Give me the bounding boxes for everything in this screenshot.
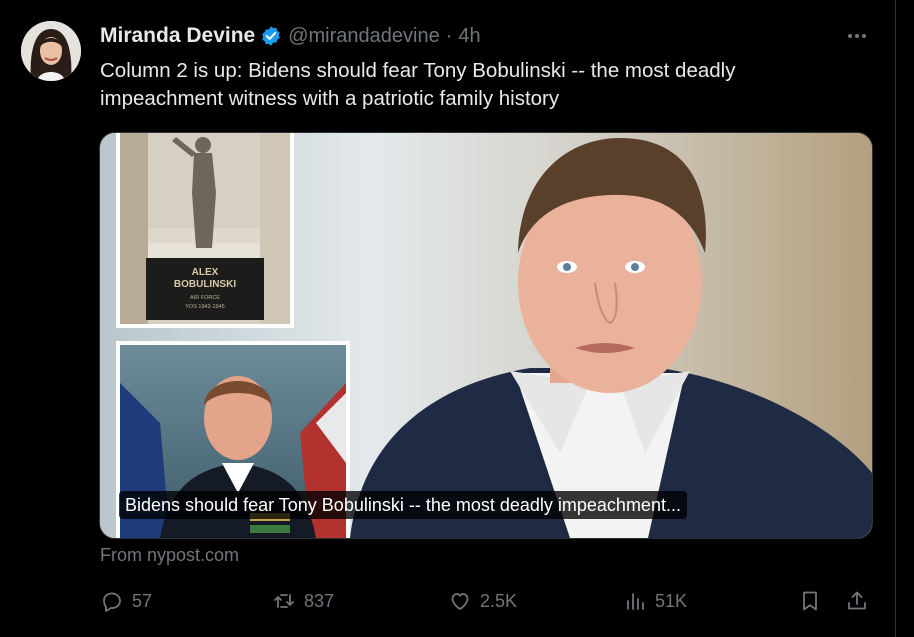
- like-icon: [451, 593, 469, 610]
- bookmark-button[interactable]: [798, 585, 822, 617]
- views-count: 51K: [655, 590, 688, 611]
- verified-badge-icon: [260, 25, 282, 47]
- tweet-header: Miranda Devine @mirandadevine · 4h: [100, 22, 481, 50]
- views-button[interactable]: 51K: [623, 585, 687, 617]
- like-button[interactable]: 2.5K: [448, 585, 517, 617]
- tweet-text: Column 2 is up: Bidens should fear Tony …: [100, 57, 870, 113]
- avatar-photo: [21, 21, 81, 81]
- avatar[interactable]: [21, 21, 81, 81]
- author-name[interactable]: Miranda Devine: [100, 24, 255, 48]
- link-card[interactable]: ALEX BOBULINSKI AIR FORCE YOS 1942-1945 …: [99, 132, 873, 539]
- repost-count: 837: [304, 590, 335, 611]
- share-button[interactable]: [845, 585, 869, 617]
- reply-button[interactable]: 57: [100, 585, 152, 617]
- article-image: ALEX BOBULINSKI AIR FORCE YOS 1942-1945: [100, 133, 872, 538]
- like-count: 2.5K: [480, 590, 518, 611]
- reply-count: 57: [132, 590, 153, 611]
- views-icon: [627, 593, 644, 610]
- tweet-text-line: impeachment witness with a patriotic fam…: [100, 87, 560, 110]
- repost-button[interactable]: 837: [272, 585, 334, 617]
- repost-icon: [274, 594, 294, 608]
- plaque-name-2: BOBULINSKI: [174, 279, 236, 290]
- share-icon: [848, 591, 866, 610]
- link-card-source[interactable]: From nypost.com: [100, 545, 239, 566]
- author-handle[interactable]: @mirandadevine: [288, 25, 440, 48]
- more-icon[interactable]: [840, 24, 874, 48]
- link-card-title: Bidens should fear Tony Bobulinski -- th…: [119, 491, 687, 519]
- separator-dot: ·: [445, 24, 453, 47]
- bookmark-icon: [803, 591, 817, 611]
- timeline-divider: [895, 0, 896, 637]
- reply-icon: [103, 592, 121, 612]
- tweet-text-line: Column 2 is up: Bidens should fear Tony …: [100, 59, 736, 82]
- plaque-line-2: YOS 1942-1945: [185, 304, 224, 310]
- tweet-actions: 57 837 2.5K 51K: [100, 585, 875, 617]
- plaque-line-1: AIR FORCE: [190, 295, 220, 301]
- tweet-timestamp[interactable]: 4h: [458, 25, 480, 48]
- plaque-name-1: ALEX: [192, 267, 219, 278]
